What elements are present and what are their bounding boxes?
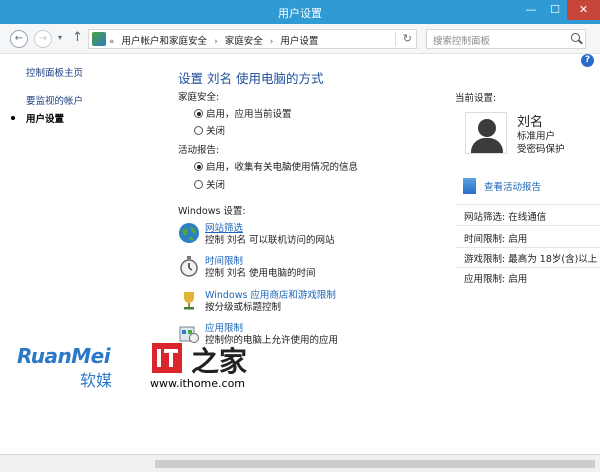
avatar xyxy=(465,112,507,154)
breadcrumb-item-family-safety[interactable]: 家庭安全 xyxy=(225,36,263,47)
sidebar-item-monitored-accounts[interactable]: 要监视的帐户 xyxy=(26,93,83,107)
page-title: 设置 刘名 使用电脑的方式 xyxy=(178,71,324,86)
ithome-logo-icon xyxy=(152,343,182,373)
radio-label: 关闭 xyxy=(206,126,226,137)
store-game-restrictions-description: 按分级或标题控制 xyxy=(205,302,282,313)
horizontal-scrollbar[interactable] xyxy=(155,460,595,468)
search-placeholder: 搜索控制面板 xyxy=(433,36,491,47)
maximize-button[interactable]: ☐ xyxy=(543,0,567,20)
web-filtering-description: 控制 刘名 可以联机访问的网站 xyxy=(205,235,335,246)
detail-value: 启用 xyxy=(508,234,528,245)
breadcrumb-overflow-icon[interactable]: « xyxy=(109,37,115,47)
radio-selected-icon[interactable] xyxy=(194,109,203,118)
detail-label: 时间限制 xyxy=(464,234,503,245)
minimize-button[interactable]: — xyxy=(519,0,543,20)
family-safety-on-radio[interactable]: 启用，应用当前设置 xyxy=(194,106,292,120)
trophy-icon xyxy=(184,292,194,310)
activity-report-label: 活动报告: xyxy=(178,145,220,156)
setting-time-limits[interactable]: 时间限制 控制 刘名 使用电脑的时间 xyxy=(178,253,453,283)
status-bar xyxy=(0,454,600,472)
detail-value: 启用 xyxy=(508,274,528,285)
setting-store-game-restrictions[interactable]: Windows 应用商店和游戏限制 按分级或标题控制 xyxy=(178,287,453,317)
help-icon[interactable]: ? xyxy=(581,54,594,67)
report-icon xyxy=(463,178,476,194)
ithome-url: www.ithome.com xyxy=(150,377,246,390)
view-activity-report-link[interactable]: 查看活动报告 xyxy=(463,178,541,194)
radio-unselected-icon[interactable] xyxy=(194,180,203,189)
view-activity-report-label[interactable]: 查看活动报告 xyxy=(484,182,541,193)
activity-report-on-radio[interactable]: 启用，收集有关电脑使用情况的信息 xyxy=(194,159,358,173)
sidebar-item-user-settings[interactable]: 用户设置 xyxy=(26,111,64,125)
detail-value: 在线通信 xyxy=(508,212,547,223)
current-settings-heading: 当前设置: xyxy=(455,93,497,104)
back-button[interactable]: ← xyxy=(10,30,28,48)
activity-report-off-radio[interactable]: 关闭 xyxy=(194,177,225,191)
user-type: 标准用户 xyxy=(517,131,556,142)
close-button[interactable]: ✕ xyxy=(567,0,600,20)
family-safety-label: 家庭安全: xyxy=(178,92,220,103)
window-titlebar: 用户设置 — ☐ ✕ xyxy=(0,0,600,24)
sidebar: 控制面板主页 要监视的帐户 用户设置 xyxy=(0,54,165,454)
detail-value: 最高为 18岁(含)以上 xyxy=(508,254,598,265)
detail-label: 游戏限制 xyxy=(464,254,503,265)
sidebar-item-home[interactable]: 控制面板主页 xyxy=(26,65,83,79)
radio-label: 关闭 xyxy=(206,180,226,191)
detail-time-limits: 时间限制: 启用 xyxy=(464,234,528,245)
current-page-bullet-icon xyxy=(11,116,15,120)
breadcrumb-item-user-settings[interactable]: 用户设置 xyxy=(280,36,318,47)
control-panel-icon xyxy=(92,32,106,46)
divider xyxy=(455,267,600,268)
user-silhouette-body xyxy=(471,138,503,153)
divider xyxy=(455,247,600,248)
radio-unselected-icon[interactable] xyxy=(194,126,203,135)
recent-pages-dropdown-icon[interactable]: ▾ xyxy=(58,33,62,42)
ruanmei-logo: RuanMei xyxy=(17,344,111,368)
navigation-bar: ← → ▾ ↑ « 用户帐户和家庭安全 › 家庭安全 › 用户设置 ↻ 搜索控制… xyxy=(0,24,600,54)
address-divider xyxy=(395,32,396,46)
detail-label: 应用限制 xyxy=(464,274,503,285)
divider xyxy=(455,225,600,226)
user-silhouette-icon xyxy=(478,119,496,137)
globe-icon xyxy=(179,223,199,243)
family-safety-off-radio[interactable]: 关闭 xyxy=(194,123,225,137)
address-bar[interactable]: « 用户帐户和家庭安全 › 家庭安全 › 用户设置 ↻ xyxy=(88,29,417,49)
ruanmei-logo-chinese: 软媒 xyxy=(80,371,113,390)
divider xyxy=(455,204,600,205)
up-level-button[interactable]: ↑ xyxy=(72,30,83,45)
chevron-right-icon[interactable]: › xyxy=(270,37,274,47)
radio-selected-icon[interactable] xyxy=(194,162,203,171)
radio-label: 启用，收集有关电脑使用情况的信息 xyxy=(206,162,359,173)
search-input[interactable]: 搜索控制面板 xyxy=(426,29,586,49)
breadcrumb: « 用户帐户和家庭安全 › 家庭安全 › 用户设置 xyxy=(109,33,322,47)
detail-label: 网站筛选 xyxy=(464,212,503,223)
window-title: 用户设置 xyxy=(278,7,322,20)
refresh-icon[interactable]: ↻ xyxy=(403,32,412,45)
windows-settings-label: Windows 设置: xyxy=(178,206,246,217)
breadcrumb-item-user-accounts[interactable]: 用户帐户和家庭安全 xyxy=(122,36,208,47)
user-password-status: 受密码保护 xyxy=(517,144,565,155)
radio-label: 启用，应用当前设置 xyxy=(206,109,292,120)
chevron-right-icon[interactable]: › xyxy=(214,37,218,47)
forward-button[interactable]: → xyxy=(34,30,52,48)
stopwatch-icon xyxy=(180,256,198,277)
ithome-logo-text: 之家 xyxy=(191,345,248,378)
detail-web-filtering: 网站筛选: 在线通信 xyxy=(464,212,547,223)
detail-app-limits: 应用限制: 启用 xyxy=(464,274,528,285)
detail-game-limits: 游戏限制: 最高为 18岁(含)以上 xyxy=(464,254,598,265)
setting-web-filtering[interactable]: 网站筛选 控制 刘名 可以联机访问的网站 xyxy=(178,220,453,250)
search-icon[interactable] xyxy=(571,33,580,42)
time-limits-description: 控制 刘名 使用电脑的时间 xyxy=(205,268,316,279)
